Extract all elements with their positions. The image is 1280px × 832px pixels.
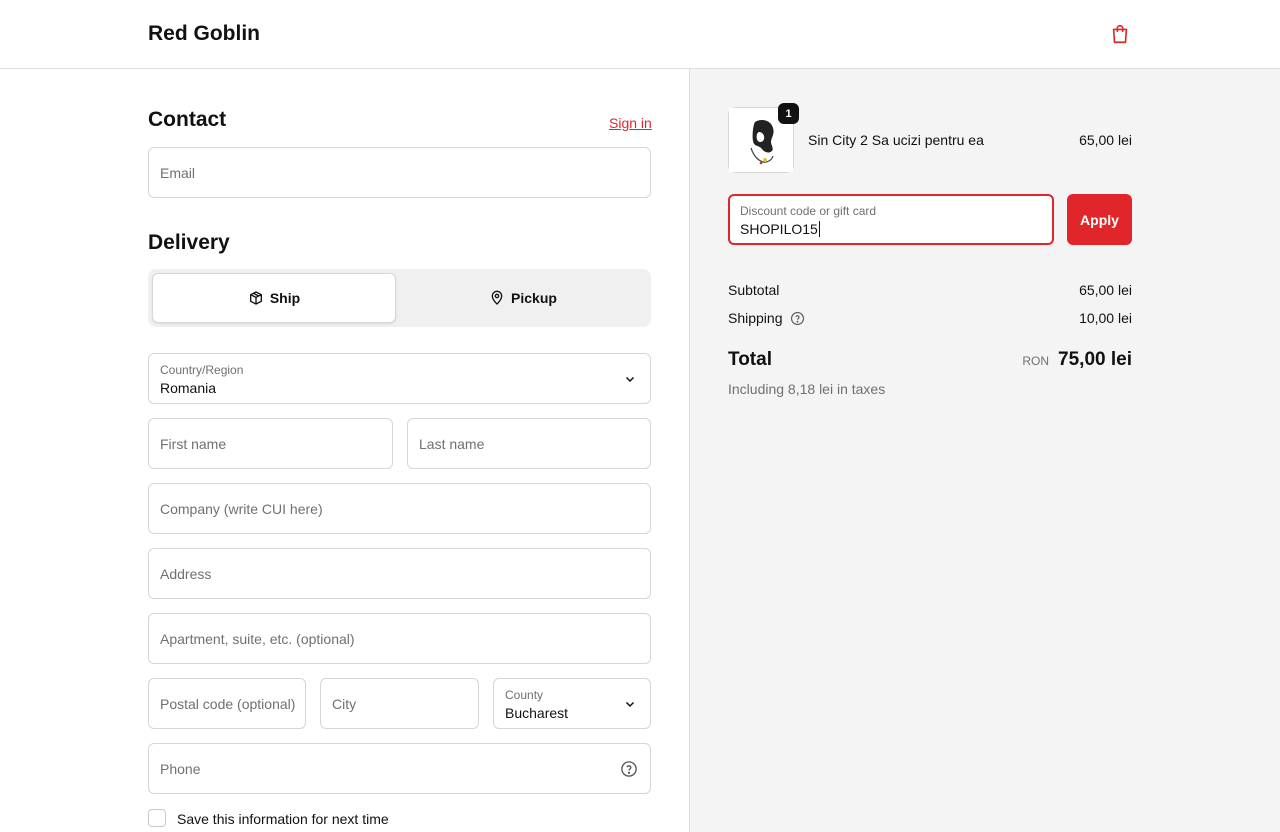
first-name-field[interactable]: First name: [148, 418, 393, 469]
pickup-label: Pickup: [511, 290, 557, 306]
discount-value: SHOPILO15: [740, 221, 818, 237]
delivery-method-toggle: Ship Pickup: [148, 269, 651, 327]
phone-placeholder: Phone: [160, 760, 201, 777]
subtotal-value: 65,00 lei: [1079, 282, 1132, 298]
address-placeholder: Address: [160, 565, 212, 582]
address-field[interactable]: Address: [148, 548, 651, 599]
subtotal-label: Subtotal: [728, 282, 780, 298]
shipping-row: Shipping 10,00 lei: [728, 310, 1132, 326]
last-name-placeholder: Last name: [419, 435, 485, 452]
taxes-note: Including 8,18 lei in taxes: [728, 381, 886, 397]
product-price: 65,00 lei: [1079, 132, 1132, 148]
discount-label: Discount code or gift card: [740, 204, 877, 218]
order-summary-panel: [689, 69, 1280, 832]
quantity-badge: 1: [778, 103, 799, 124]
county-label: County: [505, 688, 544, 702]
ship-label: Ship: [269, 290, 301, 306]
package-icon: [249, 291, 262, 305]
brand-logo[interactable]: Red Goblin: [148, 22, 260, 46]
apartment-field[interactable]: Apartment, suite, etc. (optional): [148, 613, 651, 664]
last-name-field[interactable]: Last name: [407, 418, 651, 469]
email-placeholder: Email: [160, 164, 196, 181]
shipping-label: Shipping: [728, 310, 783, 326]
phone-field[interactable]: Phone: [148, 743, 651, 794]
save-info-checkbox[interactable]: [148, 809, 166, 827]
county-select[interactable]: County Bucharest: [493, 678, 651, 729]
pickup-option[interactable]: Pickup: [399, 273, 647, 323]
product-name: Sin City 2 Sa ucizi pentru ea: [808, 132, 984, 148]
country-label: Country/Region: [160, 363, 244, 377]
postal-code-field[interactable]: Postal code (optional): [148, 678, 306, 729]
total-amount: RON 75,00 lei: [1022, 349, 1132, 371]
help-circle-icon[interactable]: [790, 311, 805, 326]
email-field[interactable]: Email: [148, 147, 651, 198]
city-field[interactable]: City: [320, 678, 479, 729]
shipping-value: 10,00 lei: [1079, 310, 1132, 326]
contact-heading: Contact: [148, 108, 227, 131]
total-value: 75,00 lei: [1058, 349, 1132, 370]
cart-button[interactable]: [1108, 22, 1132, 46]
county-value: Bucharest: [505, 705, 569, 721]
total-label: Total: [728, 349, 772, 370]
delivery-heading: Delivery: [148, 231, 230, 254]
discount-code-input[interactable]: Discount code or gift card SHOPILO15: [728, 194, 1054, 245]
ship-option[interactable]: Ship: [152, 273, 396, 323]
text-caret: [818, 221, 820, 237]
help-circle-icon[interactable]: [620, 760, 638, 778]
save-info-label: Save this information for next time: [177, 811, 389, 827]
country-value: Romania: [160, 380, 217, 396]
city-placeholder: City: [332, 695, 357, 712]
currency-code: RON: [1022, 354, 1050, 368]
subtotal-row: Subtotal 65,00 lei: [728, 282, 1132, 298]
company-placeholder: Company (write CUI here): [160, 500, 323, 517]
sign-in-link[interactable]: Sign in: [609, 115, 652, 131]
shopping-bag-icon: [1112, 24, 1128, 44]
company-field[interactable]: Company (write CUI here): [148, 483, 651, 534]
postal-code-placeholder: Postal code (optional): [160, 695, 296, 712]
country-select[interactable]: Country/Region Romania: [148, 353, 651, 404]
chevron-down-icon: [625, 376, 635, 382]
first-name-placeholder: First name: [160, 435, 227, 452]
apartment-placeholder: Apartment, suite, etc. (optional): [160, 630, 355, 647]
discount-value-wrap: SHOPILO15: [740, 221, 820, 237]
map-pin-icon: [491, 290, 503, 305]
chevron-down-icon: [625, 701, 635, 707]
apply-button[interactable]: Apply: [1067, 194, 1132, 245]
header: Red Goblin: [0, 0, 1280, 69]
